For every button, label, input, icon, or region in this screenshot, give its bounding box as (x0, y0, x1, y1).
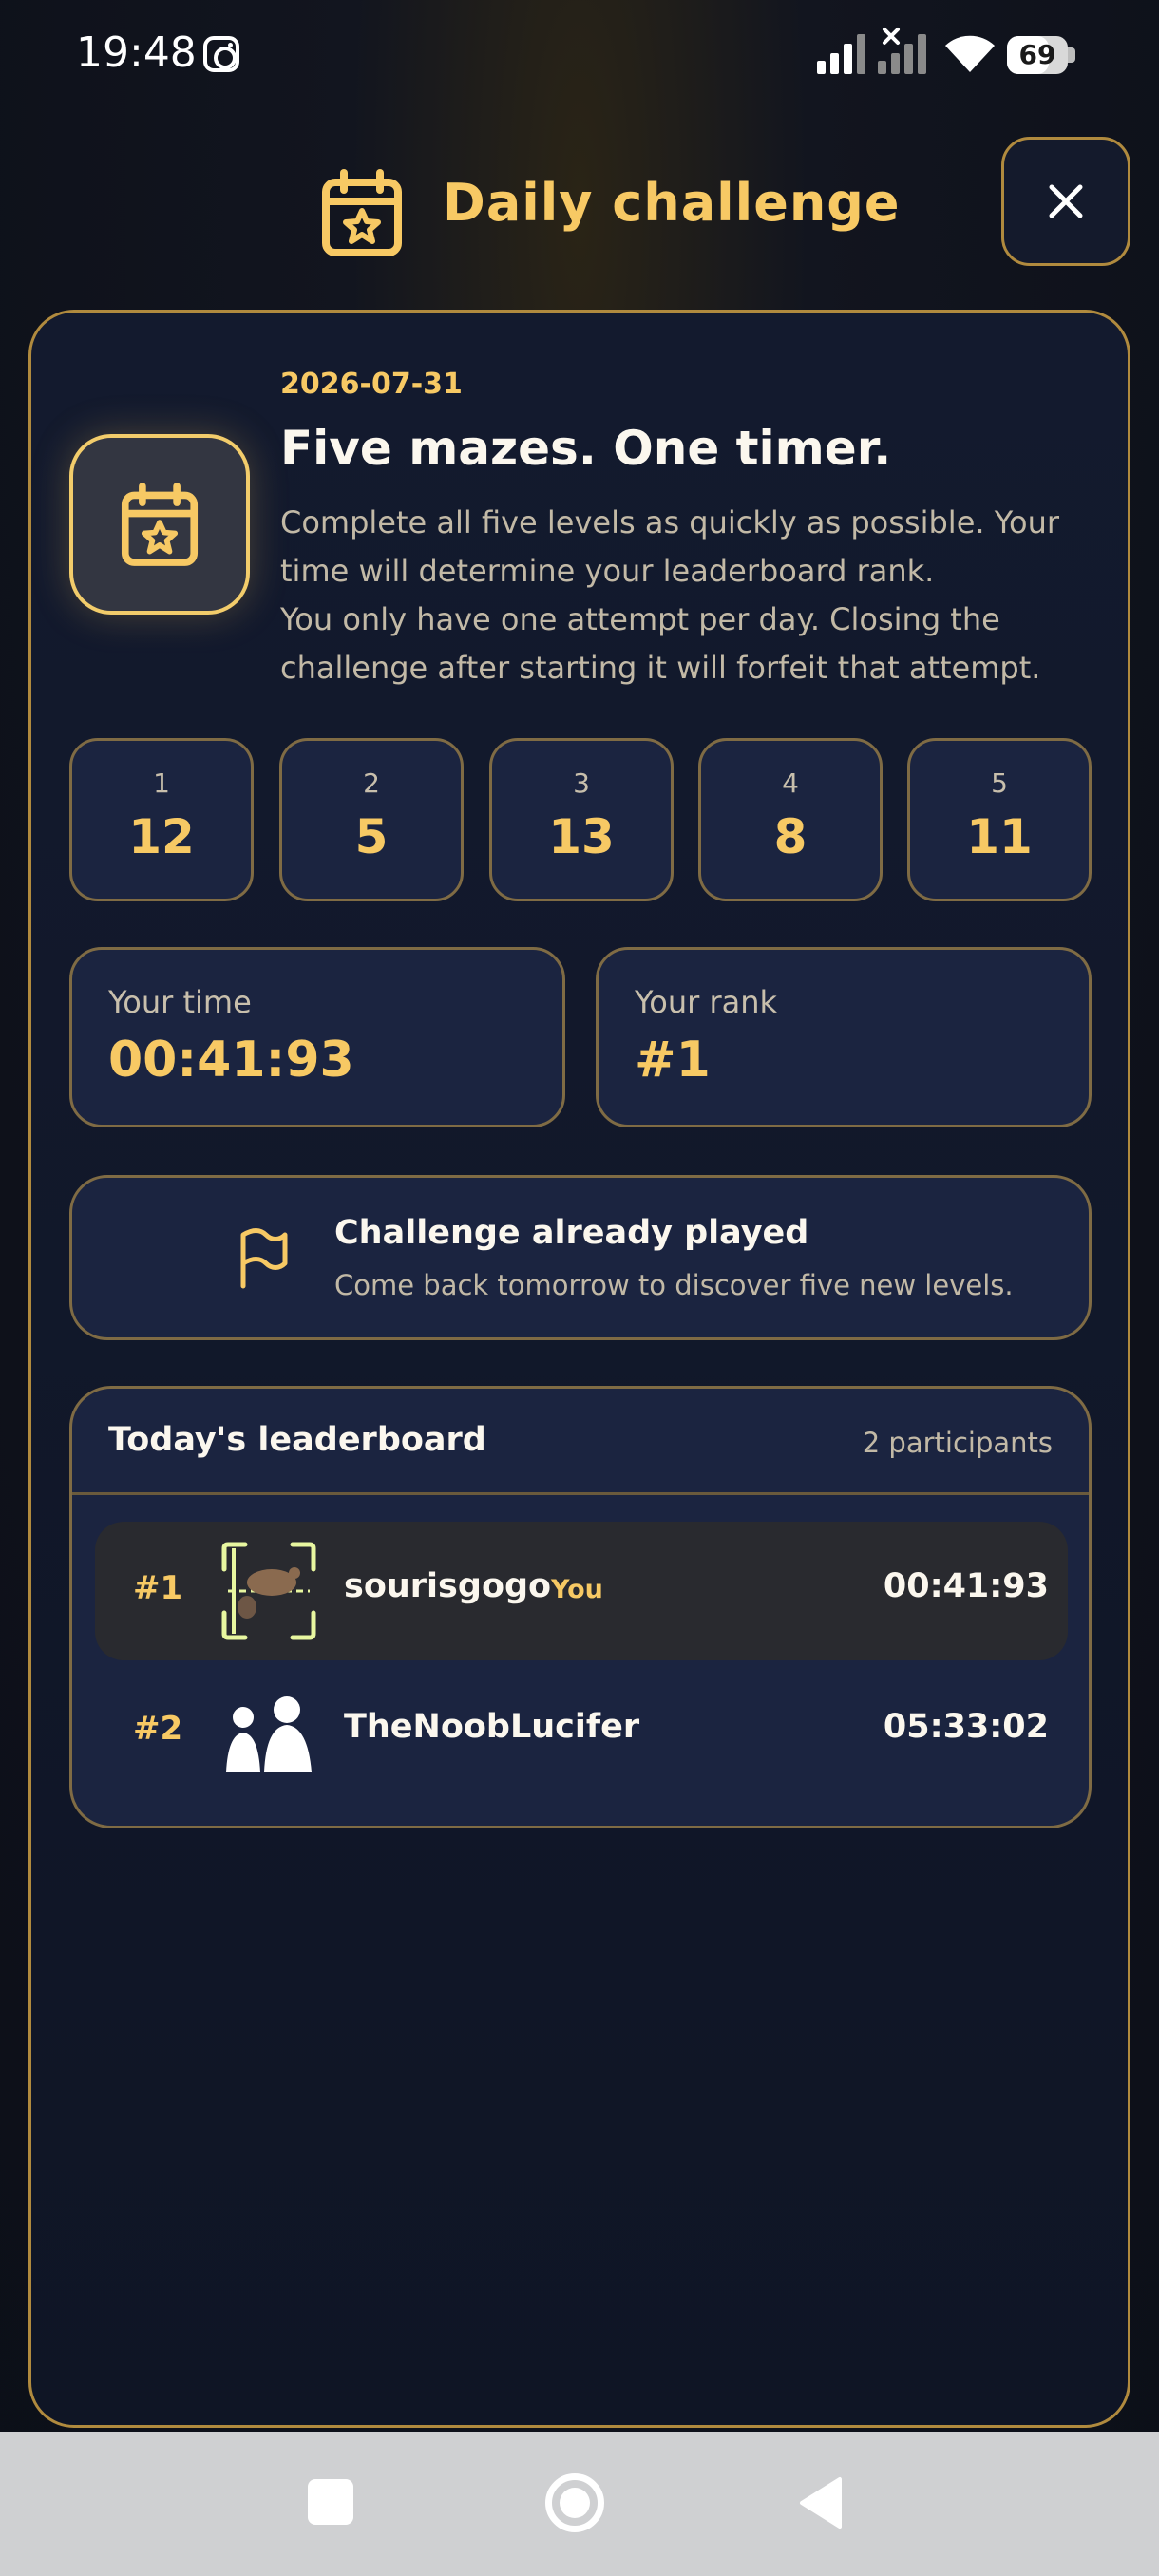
back-button[interactable] (796, 2475, 844, 2530)
row-rank: #2 (133, 1710, 183, 1748)
your-time-value: 00:41:93 (108, 1032, 354, 1089)
level-card: 5 11 (907, 738, 1092, 901)
battery-percent: 69 (1018, 39, 1056, 70)
wifi-icon (945, 35, 995, 72)
row-rank: #1 (133, 1569, 183, 1607)
status-bar: 19:48 69 (0, 0, 1159, 114)
leaderboard-title: Today's leaderboard (108, 1421, 486, 1459)
played-subtitle: Come back tomorrow to discover five new … (334, 1269, 1014, 1301)
leaderboard: Today's leaderboard 2 participants #1 so… (69, 1386, 1092, 1828)
calendar-star-icon (121, 483, 199, 566)
leaderboard-row[interactable]: #2 TheNoobLucifer 05:33:02 (95, 1662, 1068, 1801)
signal-icon (817, 32, 868, 74)
battery-cap (1068, 47, 1075, 63)
description-line: Complete all five levels as quickly as p… (280, 504, 1060, 589)
close-icon (1049, 184, 1083, 218)
challenge-description: Complete all five levels as quickly as p… (280, 499, 1088, 692)
people-avatar-icon (226, 1696, 312, 1772)
signal-off-icon (878, 28, 929, 74)
your-rank-card: Your rank #1 (596, 947, 1092, 1127)
level-card: 3 13 (489, 738, 674, 901)
challenge-card: 2026-07-31 Five mazes. One timer. Comple… (28, 310, 1130, 2428)
leaderboard-row[interactable]: #1 sourisgogo You 00:41:93 (95, 1522, 1068, 1660)
level-value: 12 (128, 809, 195, 864)
flag-icon (240, 1228, 288, 1289)
row-name: TheNoobLucifer (344, 1708, 640, 1746)
already-played-notice: Challenge already played Come back tomor… (69, 1175, 1092, 1340)
home-button[interactable] (545, 2473, 604, 2532)
row-name: sourisgogo (344, 1567, 552, 1605)
played-title: Challenge already played (334, 1214, 809, 1252)
level-number: 1 (153, 767, 170, 799)
your-time-label: Your time (108, 984, 252, 1020)
participant-count: 2 participants (862, 1427, 1053, 1459)
level-value: 8 (773, 809, 808, 864)
close-button[interactable] (1001, 137, 1130, 266)
level-number: 2 (363, 767, 380, 799)
row-time: 00:41:93 (883, 1567, 1049, 1605)
you-badge: You (551, 1575, 603, 1604)
mouse-avatar-icon (221, 1542, 316, 1640)
instagram-icon (203, 36, 239, 72)
your-rank-value: #1 (635, 1032, 711, 1089)
level-value: 11 (966, 809, 1033, 864)
page-title: Daily challenge (443, 173, 901, 233)
challenge-hero-icon (69, 434, 250, 615)
level-card: 1 12 (69, 738, 254, 901)
challenge-date: 2026-07-31 (280, 368, 463, 401)
row-time: 05:33:02 (883, 1708, 1049, 1746)
level-number: 3 (573, 767, 590, 799)
level-value: 5 (354, 809, 389, 864)
level-card: 4 8 (698, 738, 883, 901)
level-number: 4 (782, 767, 799, 799)
calendar-star-icon (322, 169, 402, 256)
recents-button[interactable] (308, 2479, 353, 2525)
challenge-heading: Five mazes. One timer. (280, 421, 892, 476)
level-number: 5 (991, 767, 1008, 799)
leaderboard-header: Today's leaderboard 2 participants (72, 1389, 1089, 1495)
level-card: 2 5 (279, 738, 464, 901)
level-value: 13 (548, 809, 615, 864)
navigation-bar (0, 2432, 1159, 2576)
your-time-card: Your time 00:41:93 (69, 947, 565, 1127)
your-rank-label: Your rank (635, 984, 778, 1020)
description-line: You only have one attempt per day. Closi… (280, 601, 1041, 686)
status-time: 19:48 (76, 28, 197, 77)
